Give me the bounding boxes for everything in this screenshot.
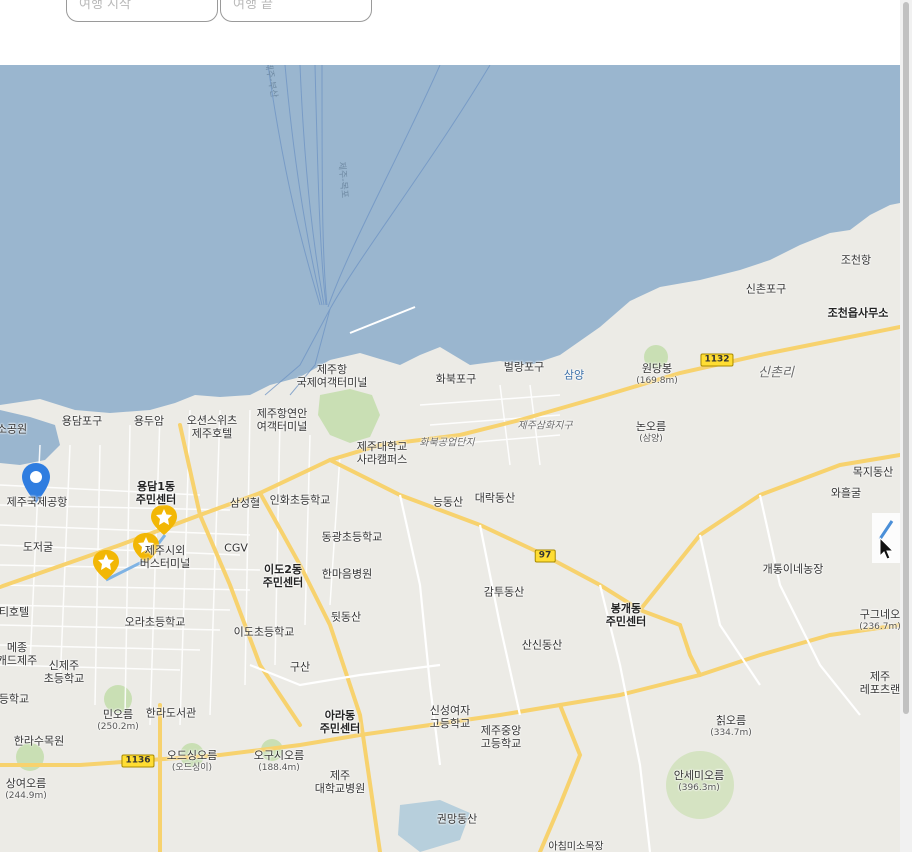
map-label: 용두암 bbox=[133, 414, 165, 428]
map-label: 인화초등학교 bbox=[269, 493, 331, 507]
map-label: 한라수목원 bbox=[13, 734, 65, 748]
map-label: 이도초등학교 bbox=[233, 625, 295, 639]
map-label: 민오름 (250.2m) bbox=[97, 708, 139, 732]
route-shield: 1132 bbox=[700, 353, 734, 367]
map-label: 제주시외 버스터미널 bbox=[139, 544, 191, 570]
map-label: 안세미오름 (396.3m) bbox=[673, 769, 725, 793]
map-label: 이도2동 주민센터 bbox=[262, 563, 304, 589]
trip-end-input[interactable] bbox=[220, 0, 372, 22]
map-label: 신촌포구 bbox=[745, 282, 787, 296]
map-label: 조천항 bbox=[840, 253, 872, 267]
map-label: 논오름 (삼양) bbox=[635, 420, 667, 444]
map-label: 뒷동산 bbox=[330, 610, 362, 624]
map-label: 벌랑포구 bbox=[503, 360, 545, 374]
scrollbar-thumb[interactable] bbox=[903, 2, 909, 714]
map-label: 오드싱오름 (오드싱이) bbox=[166, 749, 218, 773]
map-label: 소공원 bbox=[0, 422, 28, 436]
route-shield: 97 bbox=[534, 549, 556, 563]
map-label: 아침미소목장 bbox=[548, 841, 604, 852]
map-label: 목지동산 bbox=[852, 465, 894, 479]
map-label: 화북포구 bbox=[435, 372, 477, 386]
map-label: 오션스위츠 제주호텔 bbox=[186, 414, 238, 440]
trip-date-bar bbox=[0, 0, 900, 65]
map-label: 원당봉 (169.8m) bbox=[636, 362, 678, 386]
map-label: 능동산 bbox=[432, 495, 464, 509]
map-label: 칡오름 (334.7m) bbox=[710, 714, 752, 738]
map-label: 삼성혈 bbox=[229, 496, 261, 510]
map-label: 신촌리 bbox=[758, 365, 794, 381]
map-label: 용담1동 주민센터 bbox=[135, 480, 177, 506]
map-label: 봉개동 주민센터 bbox=[605, 602, 647, 628]
map-label: 오라초등학교 bbox=[124, 615, 186, 629]
map-label: CGV bbox=[224, 541, 248, 555]
map-label: 티호텔 bbox=[0, 605, 30, 619]
map-label: 제주중앙 고등학교 bbox=[480, 724, 522, 750]
map-label: 메종 캐드제주 bbox=[0, 641, 38, 667]
map-label: 등학교 bbox=[0, 692, 30, 706]
map-label: 개통이네농장 bbox=[762, 562, 824, 576]
route-shield: 1136 bbox=[121, 754, 155, 768]
map-label: 구산 bbox=[289, 660, 311, 674]
map-label: 제주삼화지구 bbox=[517, 420, 573, 432]
map-label: 제주국제공항 bbox=[6, 495, 68, 509]
map-label: 대락동산 bbox=[474, 491, 516, 505]
saved-place-star-pin-icon[interactable] bbox=[151, 505, 177, 535]
map-label: 오구시오름 (188.4m) bbox=[253, 749, 305, 773]
map-label: 화북공업단지 bbox=[419, 437, 475, 449]
saved-place-star-pin-icon[interactable] bbox=[93, 550, 119, 580]
map-label: 도저굴 bbox=[22, 540, 54, 554]
map-label: 와흘굴 bbox=[830, 486, 862, 500]
page-scrollbar[interactable] bbox=[900, 0, 912, 852]
map-label: 아라동 주민센터 bbox=[319, 709, 361, 735]
map-label: 감투동산 bbox=[483, 585, 525, 599]
map-label: 상여오름 (244.9m) bbox=[5, 777, 47, 801]
map-label: 한라도서관 bbox=[145, 706, 197, 720]
map-canvas[interactable]: 1132 97 1136 제주-부산 제주-목포 조천항 신촌포구 조천읍사무소… bbox=[0, 65, 900, 852]
map-label: 조천읍사무소 bbox=[827, 306, 889, 320]
map-label: 제주항연안 여객터미널 bbox=[256, 407, 308, 433]
map-label: 권망동산 bbox=[436, 812, 478, 826]
map-label: 제주항 국제여객터미널 bbox=[296, 363, 368, 389]
map-label: 한마음병원 bbox=[321, 567, 373, 581]
map-label: 제주 레포츠랜 bbox=[859, 670, 900, 696]
map-label: 동광초등학교 bbox=[321, 530, 383, 544]
map-label: 신제주 초등학교 bbox=[43, 659, 85, 685]
map-label: 삼양 bbox=[563, 368, 585, 382]
trip-start-input[interactable] bbox=[66, 0, 218, 22]
map-label: 용담포구 bbox=[61, 414, 103, 428]
map-label: 산신동산 bbox=[521, 638, 563, 652]
map-label: 제주대학교 사라캠퍼스 bbox=[356, 440, 408, 466]
mouse-cursor-icon bbox=[879, 537, 895, 560]
map-label: 신성여자 고등학교 bbox=[429, 704, 471, 730]
map-label: 구그네오 (236.7m) bbox=[859, 608, 900, 632]
map-label: 제주 대학교병원 bbox=[314, 769, 366, 795]
